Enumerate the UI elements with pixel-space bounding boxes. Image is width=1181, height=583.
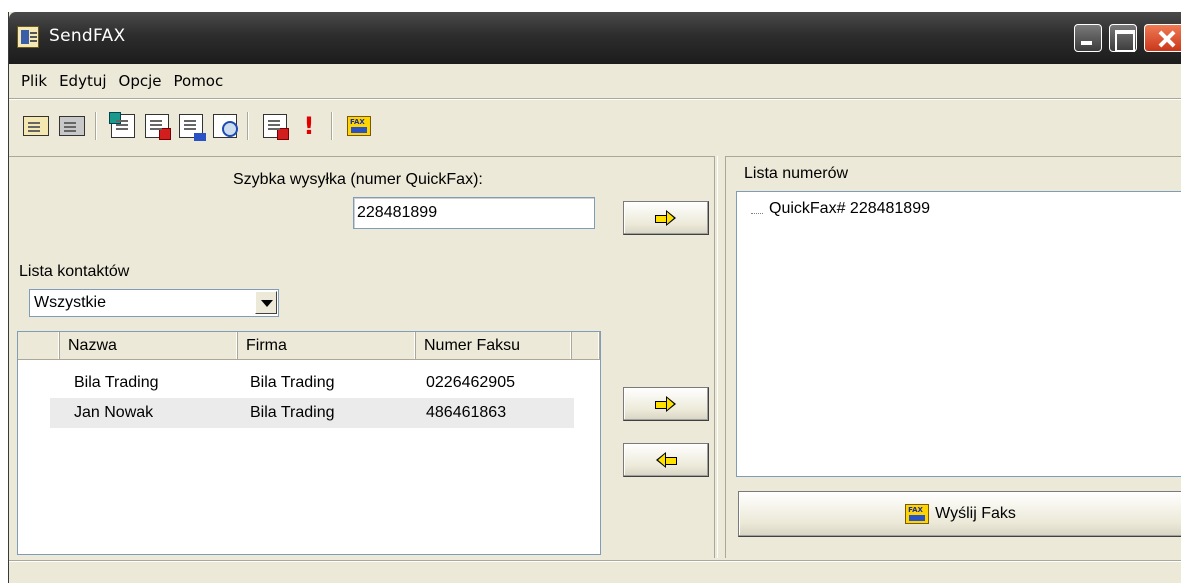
copy-document-icon[interactable] bbox=[179, 114, 206, 141]
sendfax-window: SendFAX Plik Edytuj Opcje Pomoc ! Szybka… bbox=[8, 12, 1181, 583]
contacts-table[interactable]: Nazwa Firma Numer Faksu Bila Trading Bil… bbox=[17, 331, 601, 555]
contacts-filter-select[interactable]: Wszystkie bbox=[29, 289, 279, 317]
menu-plik[interactable]: Plik bbox=[15, 70, 53, 92]
toolbar: ! bbox=[9, 100, 1181, 154]
contacts-filter-value: Wszystkie bbox=[34, 294, 106, 311]
add-contact-button[interactable] bbox=[623, 387, 709, 421]
list-item[interactable]: QuickFax# 228481899 bbox=[751, 200, 930, 218]
cell-fax: 0226462905 bbox=[426, 374, 515, 391]
contacts-label: Lista kontaktów bbox=[19, 263, 130, 280]
panel-splitter[interactable] bbox=[717, 156, 725, 558]
toolbar-separator bbox=[247, 112, 249, 140]
numbers-label: Lista numerów bbox=[744, 165, 849, 182]
menu-opcje[interactable]: Opcje bbox=[113, 70, 168, 92]
numbers-list[interactable]: QuickFax# 228481899 bbox=[736, 191, 1181, 477]
arrow-right-icon bbox=[655, 210, 677, 226]
menu-pomoc[interactable]: Pomoc bbox=[168, 70, 230, 92]
column-header-blank[interactable] bbox=[18, 332, 60, 360]
window-title: SendFAX bbox=[49, 26, 126, 46]
tree-connector bbox=[751, 205, 763, 214]
send-fax-icon bbox=[905, 504, 930, 524]
send-fax-button[interactable]: Wyślij Faks bbox=[738, 491, 1181, 537]
column-header-numer-faksu[interactable]: Numer Faksu bbox=[416, 332, 572, 360]
priority-icon[interactable]: ! bbox=[297, 114, 321, 138]
contact-image-icon[interactable] bbox=[59, 116, 85, 136]
cell-name: Bila Trading bbox=[74, 374, 159, 391]
status-bar bbox=[9, 560, 1181, 583]
right-panel: Lista numerów QuickFax# 228481899 Wyślij… bbox=[725, 156, 1181, 558]
cell-name: Jan Nowak bbox=[74, 404, 154, 421]
title-bar[interactable]: SendFAX bbox=[9, 12, 1181, 64]
cell-fax: 486461863 bbox=[426, 404, 507, 421]
table-row[interactable]: Jan Nowak Bila Trading 486461863 bbox=[50, 398, 574, 428]
minimize-button[interactable] bbox=[1074, 24, 1102, 52]
send-fax-label: Wyślij Faks bbox=[935, 505, 1016, 522]
column-header-firma[interactable]: Firma bbox=[238, 332, 416, 360]
contact-card-icon[interactable] bbox=[23, 116, 49, 136]
arrow-right-icon bbox=[655, 396, 677, 412]
table-header: Nazwa Firma Numer Faksu bbox=[18, 332, 600, 360]
toolbar-separator bbox=[331, 112, 333, 140]
send-fax-icon[interactable] bbox=[347, 116, 371, 140]
chevron-down-icon[interactable] bbox=[255, 291, 277, 314]
add-document-icon[interactable] bbox=[263, 114, 289, 140]
close-button[interactable] bbox=[1144, 24, 1181, 52]
new-document-icon[interactable] bbox=[109, 112, 135, 138]
maximize-button[interactable] bbox=[1109, 24, 1137, 52]
menu-bar: Plik Edytuj Opcje Pomoc bbox=[9, 64, 1181, 98]
add-quickfax-button[interactable] bbox=[623, 201, 709, 235]
column-header-filler bbox=[572, 332, 600, 360]
delete-document-icon[interactable] bbox=[145, 114, 171, 140]
quickfax-label: Szybka wysyłka (numer QuickFax): bbox=[233, 171, 483, 188]
quickfax-input[interactable]: 228481899 bbox=[353, 197, 595, 229]
table-row[interactable]: Bila Trading Bila Trading 0226462905 bbox=[50, 368, 574, 398]
list-item-label: QuickFax# 228481899 bbox=[769, 200, 930, 217]
arrow-left-icon bbox=[655, 452, 677, 468]
preview-icon[interactable] bbox=[213, 114, 238, 138]
menu-edytuj[interactable]: Edytuj bbox=[53, 70, 112, 92]
remove-number-button[interactable] bbox=[623, 443, 709, 477]
cell-company: Bila Trading bbox=[250, 404, 335, 421]
app-icon[interactable] bbox=[17, 26, 39, 48]
cell-company: Bila Trading bbox=[250, 374, 335, 391]
left-panel: Szybka wysyłka (numer QuickFax): 2284818… bbox=[9, 156, 715, 558]
toolbar-separator bbox=[95, 112, 97, 140]
column-header-nazwa[interactable]: Nazwa bbox=[60, 332, 238, 360]
